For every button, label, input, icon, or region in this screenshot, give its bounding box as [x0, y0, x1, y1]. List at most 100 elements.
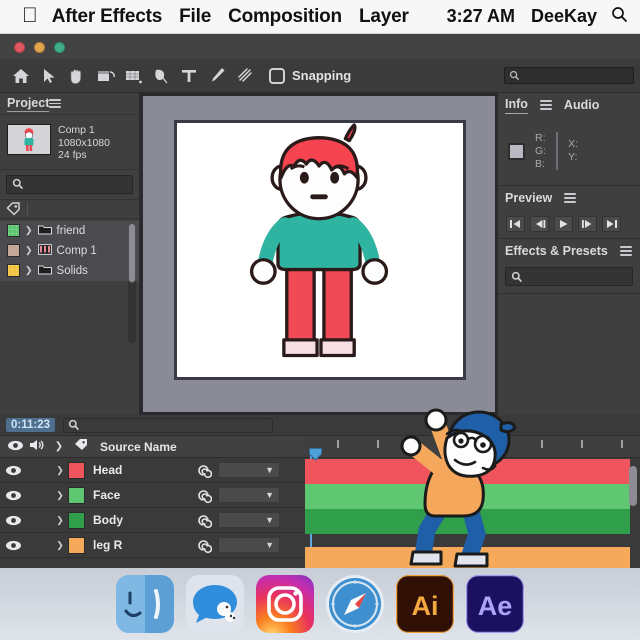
macos-dock: Ai Ae	[0, 568, 640, 640]
menu-username[interactable]: DeeKay	[531, 6, 597, 27]
menu-item-layer[interactable]: Layer	[359, 6, 409, 28]
expand-icon[interactable]: ❯	[52, 490, 68, 501]
effects-search-input[interactable]	[527, 270, 622, 283]
home-icon[interactable]	[8, 63, 33, 88]
current-timecode[interactable]: 0:11:23	[6, 418, 56, 432]
chevron-right-icon[interactable]: ❯	[25, 225, 33, 236]
effects-search-field[interactable]	[505, 267, 633, 286]
zoom-button[interactable]	[54, 42, 65, 53]
label-icon[interactable]	[70, 438, 92, 456]
dock-item-after-effects[interactable]: Ae	[466, 575, 524, 633]
layer-color-swatch[interactable]	[68, 461, 85, 479]
puppet-pin-icon[interactable]	[232, 63, 257, 88]
chevron-right-icon[interactable]: ❯	[25, 245, 33, 256]
list-item[interactable]: ❯ friend	[0, 220, 139, 241]
text-icon[interactable]	[176, 63, 201, 88]
comp-metadata: Comp 1 1080x1080 24 fps	[58, 124, 110, 162]
menu-item-file[interactable]: File	[179, 6, 211, 28]
visibility-icon[interactable]	[0, 490, 26, 501]
layer-name[interactable]: Head	[85, 463, 190, 477]
project-search-field[interactable]	[6, 174, 133, 194]
hamburger-icon[interactable]	[539, 98, 552, 112]
step-forward-icon[interactable]	[578, 216, 597, 232]
project-comp-summary[interactable]: Comp 1 1080x1080 24 fps	[0, 115, 139, 169]
brush-icon[interactable]	[204, 63, 229, 88]
comp-thumbnail	[7, 124, 51, 155]
tab-info[interactable]: Info	[505, 97, 528, 114]
dock-item-illustrator[interactable]: Ai	[396, 575, 454, 633]
timeline-scrollbar-thumb[interactable]	[629, 466, 637, 506]
tools-toolbar: Snapping	[0, 59, 640, 93]
layer-bar-leg-r[interactable]	[305, 547, 630, 568]
expand-icon[interactable]: ❯	[48, 441, 70, 452]
expand-icon[interactable]: ❯	[52, 465, 68, 476]
visibility-icon[interactable]	[0, 515, 26, 526]
snapping-checkbox[interactable]	[269, 67, 285, 84]
preview-panel-title: Preview	[505, 191, 553, 205]
parent-dropdown[interactable]: ▼	[218, 512, 280, 528]
project-panel: Project Comp 1 1080x1080 24 fps ❯ friend…	[0, 93, 140, 415]
layer-bar-face[interactable]	[305, 484, 630, 509]
skip-back-icon[interactable]	[506, 216, 525, 232]
layer-name[interactable]: Face	[85, 488, 190, 502]
composition-viewer[interactable]	[140, 93, 498, 415]
skip-forward-icon[interactable]	[602, 216, 621, 232]
hamburger-icon[interactable]	[619, 244, 632, 258]
time-ruler[interactable]	[305, 436, 640, 458]
layer-color-swatch[interactable]	[68, 486, 85, 504]
play-icon[interactable]	[554, 216, 573, 232]
visibility-icon[interactable]	[0, 540, 26, 551]
toolbar-search-field[interactable]	[504, 67, 634, 84]
hamburger-icon[interactable]	[564, 191, 577, 205]
parent-dropdown[interactable]: ▼	[218, 462, 280, 478]
visibility-icon[interactable]	[4, 438, 26, 456]
hamburger-icon[interactable]	[49, 97, 62, 111]
dock-item-messages[interactable]	[186, 575, 244, 633]
list-item[interactable]: ❯ Solids	[0, 260, 139, 281]
project-tag-row[interactable]	[0, 198, 139, 219]
layer-color-swatch[interactable]	[68, 511, 85, 529]
menu-item-composition[interactable]: Composition	[228, 6, 342, 28]
hand-icon[interactable]	[64, 63, 89, 88]
layer-name[interactable]: Body	[85, 513, 190, 527]
parent-dropdown[interactable]: ▼	[218, 537, 280, 553]
effects-panel-header[interactable]: Effects & Presets	[498, 239, 640, 263]
composition-canvas[interactable]	[174, 120, 466, 380]
step-back-icon[interactable]	[530, 216, 549, 232]
project-scrollbar-thumb[interactable]	[128, 222, 136, 283]
visibility-icon[interactable]	[0, 465, 26, 476]
list-item[interactable]: ❯ Comp 1	[0, 240, 139, 261]
parent-dropdown[interactable]: ▼	[218, 487, 280, 503]
dock-item-safari[interactable]	[326, 575, 384, 633]
expand-icon[interactable]: ❯	[52, 540, 68, 551]
menu-app-name[interactable]: After Effects	[52, 6, 163, 28]
chevron-right-icon[interactable]: ❯	[25, 265, 33, 276]
preview-panel-header[interactable]: Preview	[498, 186, 640, 210]
rectangle-icon[interactable]	[120, 63, 145, 88]
project-search-input[interactable]	[28, 178, 123, 191]
project-panel-header[interactable]: Project	[0, 93, 139, 115]
playhead-marker[interactable]	[309, 448, 322, 466]
layer-color-swatch[interactable]	[68, 536, 85, 554]
column-source-name[interactable]: Source Name	[96, 440, 177, 454]
menu-clock[interactable]: 3:27 AM	[447, 6, 515, 27]
pen-icon[interactable]	[148, 63, 173, 88]
expand-icon[interactable]: ❯	[52, 515, 68, 526]
dock-item-finder[interactable]	[116, 575, 174, 633]
layer-name[interactable]: leg R	[85, 538, 190, 552]
info-panel-header[interactable]: Info Audio	[498, 93, 640, 117]
arrow-icon[interactable]	[36, 63, 61, 88]
rotate-icon[interactable]	[92, 63, 117, 88]
spotlight-search-icon[interactable]	[611, 6, 628, 28]
minimize-button[interactable]	[34, 42, 45, 53]
audio-icon[interactable]	[26, 438, 48, 456]
svg-text:Ai: Ai	[412, 591, 439, 621]
tab-audio[interactable]: Audio	[564, 98, 599, 112]
layer-bar-head[interactable]	[305, 459, 630, 484]
timeline-search-field[interactable]	[63, 417, 274, 433]
apple-logo-icon[interactable]: 	[22, 5, 38, 26]
close-button[interactable]	[14, 42, 25, 53]
dock-item-instagram[interactable]	[256, 575, 314, 633]
layer-bar-body[interactable]	[305, 509, 630, 534]
timeline-tracks-area[interactable]	[305, 436, 640, 568]
